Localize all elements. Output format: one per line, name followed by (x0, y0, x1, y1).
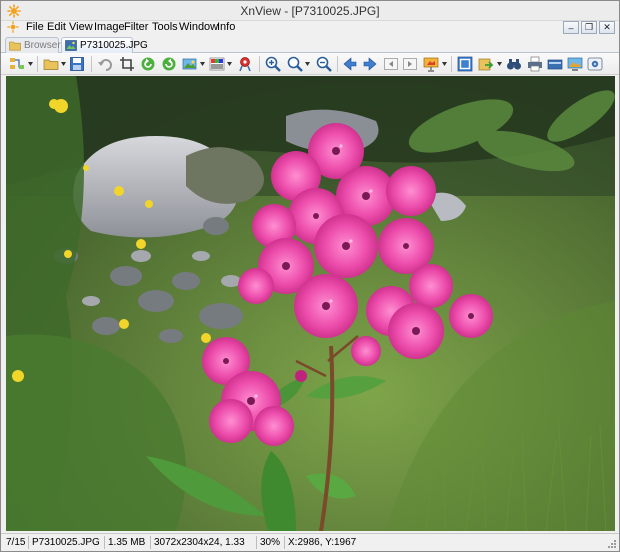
status-position: 7/15 (6, 537, 26, 548)
status-separator (284, 536, 285, 549)
image-viewer[interactable] (6, 76, 615, 531)
toolbar-separator (37, 56, 38, 72)
status-filesize: 1.35 MB (108, 537, 146, 548)
status-filename: P7310025.JPG (32, 537, 100, 548)
close-button[interactable]: ✕ (599, 21, 615, 34)
save-icon[interactable] (69, 56, 85, 72)
status-zoom: 30% (260, 537, 281, 548)
toolbar-separator (91, 56, 92, 72)
rotate-left-icon[interactable] (140, 56, 156, 72)
status-separator (28, 536, 29, 549)
chevron-down-icon[interactable] (28, 62, 33, 66)
menu-window[interactable]: Window (179, 21, 218, 34)
photo-canvas[interactable] (6, 76, 615, 531)
window-title: XnView - [P7310025.JPG] (240, 4, 380, 18)
toolbar-separator (451, 56, 452, 72)
slideshow-icon[interactable] (423, 56, 439, 72)
status-dimensions: 3072x2304x24, 1.33 (154, 537, 245, 548)
toolbar-separator (259, 56, 260, 72)
menu-tools[interactable]: Tools (152, 21, 178, 34)
app-menu-icon[interactable] (7, 21, 19, 33)
chevron-down-icon[interactable] (497, 62, 502, 66)
binoculars-icon[interactable] (506, 56, 522, 72)
crop-icon[interactable] (119, 56, 135, 72)
print-icon[interactable] (527, 56, 543, 72)
folder-icon (9, 41, 21, 51)
menu-edit[interactable]: Edit (47, 21, 66, 34)
browser-icon[interactable] (9, 56, 25, 72)
tab-image[interactable]: P7310025.JPG (61, 37, 148, 53)
window-controls: – ❐ ✕ (563, 21, 615, 34)
zoom-icon[interactable] (287, 56, 303, 72)
close-icon: ✕ (603, 22, 611, 32)
tab-browser[interactable]: Browser (5, 37, 61, 53)
title-bar[interactable]: XnView - [P7310025.JPG] (1, 1, 619, 21)
zoom-in-icon[interactable] (265, 56, 281, 72)
open-folder-icon[interactable] (43, 56, 59, 72)
red-eye-icon[interactable] (237, 56, 253, 72)
zoom-out-icon[interactable] (316, 56, 332, 72)
tab-image-label: P7310025.JPG (80, 40, 148, 51)
status-separator (150, 536, 151, 549)
status-cursor: X:2986, Y:1967 (288, 537, 357, 548)
status-separator (104, 536, 105, 549)
menu-filter[interactable]: Filter (124, 21, 148, 34)
xnview-window: XnView - [P7310025.JPG] File Edit View I… (0, 0, 620, 552)
menu-file[interactable]: File (26, 21, 44, 34)
minimize-icon: – (568, 22, 574, 33)
export-icon[interactable] (478, 56, 494, 72)
capture-icon[interactable] (567, 56, 583, 72)
last-page-icon[interactable] (402, 56, 418, 72)
fullscreen-icon[interactable] (457, 56, 473, 72)
rotate-right-icon[interactable] (161, 56, 177, 72)
next-icon[interactable] (362, 56, 378, 72)
chevron-down-icon[interactable] (442, 62, 447, 66)
undo-icon[interactable] (97, 56, 113, 72)
toolbar-separator (337, 56, 338, 72)
color-palette-icon[interactable] (209, 56, 225, 72)
chevron-down-icon[interactable] (305, 62, 310, 66)
restore-button[interactable]: ❐ (581, 21, 597, 34)
first-page-icon[interactable] (383, 56, 399, 72)
menu-view[interactable]: View (69, 21, 93, 34)
webcam-icon[interactable] (587, 56, 603, 72)
scan-icon[interactable] (547, 56, 563, 72)
tab-browser-label: Browser (24, 40, 61, 51)
menu-bar: File Edit View Image Filter Tools Window… (1, 21, 619, 35)
chevron-down-icon[interactable] (61, 62, 66, 66)
chevron-down-icon[interactable] (200, 62, 205, 66)
previous-icon[interactable] (342, 56, 358, 72)
status-bar: 7/15 P7310025.JPG 1.35 MB 3072x2304x24, … (1, 533, 619, 551)
image-file-icon (65, 40, 77, 51)
menu-info[interactable]: Info (217, 21, 235, 34)
menu-image[interactable]: Image (94, 21, 125, 34)
adjust-image-icon[interactable] (182, 56, 198, 72)
minimize-button[interactable]: – (563, 21, 579, 34)
status-separator (256, 536, 257, 549)
tab-strip: Browser P7310025.JPG (1, 35, 619, 53)
toolbar (1, 53, 619, 75)
chevron-down-icon[interactable] (227, 62, 232, 66)
restore-icon: ❐ (584, 22, 594, 32)
resize-grip-icon[interactable] (607, 539, 617, 549)
